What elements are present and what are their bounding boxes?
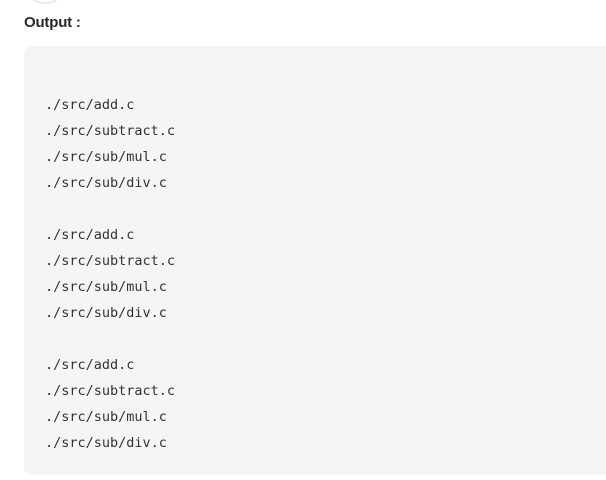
code-block: ./src/add.c ./src/subtract.c ./src/sub/m… (24, 46, 606, 475)
code-line: ./src/sub/div.c (45, 175, 167, 191)
code-line: ./src/sub/div.c (45, 305, 167, 321)
code-line: ./src/add.c (45, 357, 135, 373)
code-line: ./src/add.c (45, 97, 135, 113)
code-line: ./src/subtract.c (45, 123, 176, 139)
output-group-1: ./src/add.c ./src/subtract.c ./src/sub/m… (45, 92, 606, 196)
output-group-2: ./src/add.c ./src/subtract.c ./src/sub/m… (45, 222, 606, 326)
code-line: ./src/subtract.c (45, 253, 176, 269)
code-line: ./src/sub/mul.c (45, 279, 167, 295)
avatar-edge (28, 0, 62, 4)
code-line: ./src/sub/mul.c (45, 149, 167, 165)
output-heading: Output : (24, 14, 81, 31)
code-line: ./src/subtract.c (45, 383, 176, 399)
code-line: ./src/add.c (45, 227, 135, 243)
output-group-3: ./src/add.c ./src/subtract.c ./src/sub/m… (45, 352, 606, 456)
code-line: ./src/sub/div.c (45, 435, 167, 451)
code-line: ./src/sub/mul.c (45, 409, 167, 425)
